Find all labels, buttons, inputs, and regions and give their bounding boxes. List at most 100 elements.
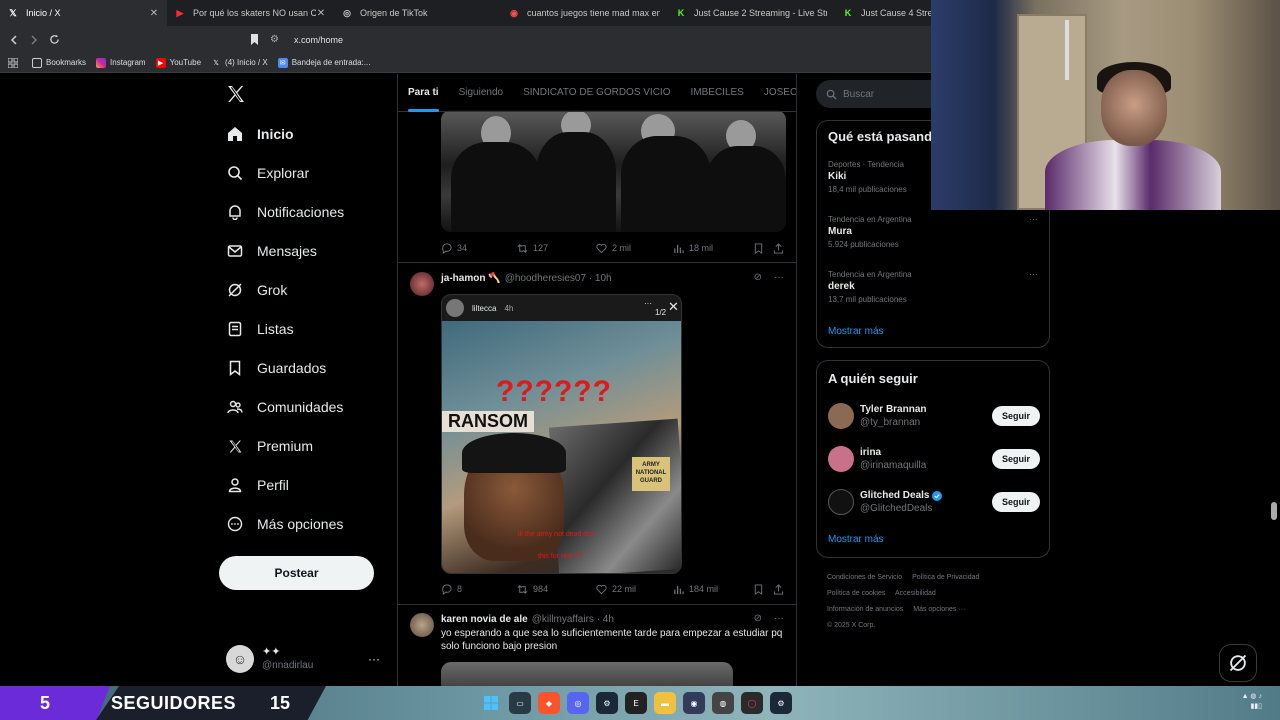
system-tray[interactable]: ▲ ◍ ♪ ▮▮▯ — [1242, 692, 1262, 712]
task-view-icon[interactable]: ▭ — [509, 692, 531, 714]
show-more-link[interactable]: Mostrar más — [828, 534, 884, 545]
bookmark-instagram[interactable]: Instagram — [96, 57, 146, 68]
image-text: ?????? — [496, 375, 612, 408]
steam-icon[interactable]: ⚙ — [770, 692, 792, 714]
tab-siguiendo[interactable]: Siguiendo — [449, 74, 513, 112]
grok-button[interactable] — [1219, 644, 1257, 682]
more-icon[interactable]: ··· — [1029, 214, 1038, 224]
trend-item[interactable]: Tendencia en Argentina derek 13,7 mil pu… — [828, 269, 1038, 306]
x-logo-icon[interactable] — [226, 84, 246, 104]
bookmark-bookmarks[interactable]: Bookmarks — [32, 57, 86, 68]
nav-grok[interactable]: Grok — [226, 278, 287, 302]
share-button[interactable] — [773, 583, 789, 595]
bookmark-button[interactable] — [753, 583, 769, 595]
tab-just-cause-2[interactable]: K Just Cause 2 Streaming - Live Streams — [668, 0, 835, 26]
bookmark-button[interactable] — [753, 242, 769, 254]
close-icon[interactable]: ✕ — [149, 8, 159, 19]
grok-icon[interactable]: ⊘ — [754, 272, 762, 283]
app-icon[interactable]: ◉ — [683, 692, 705, 714]
footer-link[interactable]: Política de cookies — [827, 590, 885, 597]
nav-guardados[interactable]: Guardados — [226, 356, 326, 380]
footer-link[interactable]: Condiciones de Servicio — [827, 574, 902, 581]
post-author-handle[interactable]: @killmyaffairs · 4h — [532, 614, 614, 625]
tab-list-josec[interactable]: JOSEC — [754, 74, 796, 112]
grok-icon[interactable]: ⊘ — [754, 613, 762, 624]
url-field[interactable]: ⚙ x.com/home — [270, 30, 930, 49]
post-author-name[interactable]: ja-hamon 🪓 — [441, 273, 501, 284]
tab-mad-max-search[interactable]: ◉ cuantos juegos tiene mad max en consol… — [501, 0, 668, 26]
post-author-handle[interactable]: @hoodheresies07 · 10h — [505, 273, 612, 284]
tab-youtube-video[interactable]: ▶ Por qué los skaters NO usan CASCO ✕ — [167, 0, 334, 26]
discord-icon[interactable]: ◎ — [567, 692, 589, 714]
windows-start-icon[interactable] — [480, 692, 502, 714]
reload-button[interactable] — [44, 30, 64, 50]
bookmark-x[interactable]: 𝕏 (4) Inicio / X — [211, 58, 268, 68]
bookmark-mail[interactable]: ✉ Bandeja de entrada:... — [277, 57, 370, 68]
like-button[interactable]: 2 mil — [596, 243, 631, 254]
scrollbar-thumb[interactable] — [1271, 502, 1277, 520]
epic-games-icon[interactable]: E — [625, 692, 647, 714]
post-image[interactable] — [441, 110, 786, 232]
forward-button[interactable] — [24, 30, 44, 50]
share-button[interactable] — [773, 242, 789, 254]
post-button[interactable]: Postear — [219, 556, 374, 590]
tab-list-sindicato[interactable]: SINDICATO DE GORDOS VICIO — [513, 74, 680, 112]
avatar[interactable] — [410, 272, 434, 296]
avatar[interactable] — [410, 613, 434, 637]
brave-icon[interactable]: ◆ — [538, 692, 560, 714]
footer-link[interactable]: Información de anuncios — [827, 606, 903, 613]
follow-button[interactable]: Seguir — [991, 492, 1040, 512]
grok-icon — [1229, 654, 1247, 672]
more-icon[interactable]: ··· — [774, 272, 784, 283]
bookmark-youtube[interactable]: ▶ YouTube — [155, 57, 201, 68]
reply-button[interactable]: 8 — [441, 583, 462, 595]
like-button[interactable]: 22 mil — [596, 584, 636, 595]
show-more-link[interactable]: Mostrar más — [828, 326, 884, 337]
nav-premium[interactable]: Premium — [226, 434, 313, 458]
bookmark-page-button[interactable] — [244, 30, 264, 50]
back-button[interactable] — [4, 30, 24, 50]
account-switcher[interactable]: ☺ ✦✦ @nnadirlau ··· — [226, 642, 386, 676]
suggested-user[interactable]: irina @irinamaquilla Seguir — [828, 444, 1040, 474]
file-explorer-icon[interactable]: ▬ — [654, 692, 676, 714]
trend-item[interactable]: Tendencia en Argentina Mura 5.924 public… — [828, 214, 1038, 251]
steam-icon[interactable]: ⚙ — [596, 692, 618, 714]
footer-link[interactable]: Accesibilidad — [895, 590, 936, 597]
apps-grid-icon[interactable] — [8, 57, 18, 68]
nav-comunidades[interactable]: Comunidades — [226, 395, 343, 419]
app-icon[interactable]: ◍ — [712, 692, 734, 714]
reply-button[interactable]: 34 — [441, 242, 467, 254]
nav-inicio[interactable]: Inicio — [226, 122, 294, 146]
post-author-name[interactable]: karen novia de ale — [441, 614, 528, 625]
more-icon[interactable]: ··· — [368, 652, 380, 666]
repost-button[interactable]: 127 — [517, 243, 548, 254]
footer-link[interactable]: Política de Privacidad — [912, 574, 979, 581]
more-icon[interactable]: ··· — [774, 613, 784, 624]
suggested-user[interactable]: Glitched Deals @GlitchedDeals Seguir — [828, 487, 1040, 517]
nav-listas[interactable]: Listas — [226, 317, 294, 341]
nav-mas-opciones[interactable]: Más opciones — [226, 512, 343, 536]
opera-gx-icon[interactable]: ◯ — [741, 692, 763, 714]
more-icon[interactable]: ··· — [1029, 269, 1038, 279]
repost-icon — [517, 243, 528, 253]
footer-link[interactable]: Más opciones ··· — [913, 606, 965, 613]
follow-button[interactable]: Seguir — [991, 406, 1040, 426]
post-image[interactable] — [441, 662, 733, 686]
nav-explorar[interactable]: Explorar — [226, 161, 309, 185]
suggested-user[interactable]: Tyler Brannan @ty_brannan Seguir — [828, 401, 1040, 431]
mail-icon: ✉ — [277, 57, 288, 68]
views-button[interactable]: 184 mil — [673, 584, 718, 595]
follow-button[interactable]: Seguir — [991, 449, 1040, 469]
tab-list-imbeciles[interactable]: IMBECILES — [681, 74, 754, 112]
tab-inicio-x[interactable]: 𝕏 Inicio / X ✕ — [0, 0, 167, 26]
tab-origen-tiktok[interactable]: ◎ Origen de TikTok — [334, 0, 501, 26]
repost-button[interactable]: 984 — [517, 584, 548, 595]
tab-para-ti[interactable]: Para ti — [398, 74, 449, 112]
nav-notificaciones[interactable]: Notificaciones — [226, 200, 344, 224]
post-image[interactable]: ?????? RANSOM ARMY NATIONAL GUARD ik the… — [441, 294, 682, 574]
nav-mensajes[interactable]: Mensajes — [226, 239, 317, 263]
nav-perfil[interactable]: Perfil — [226, 473, 289, 497]
close-icon[interactable]: ✕ — [316, 8, 326, 19]
site-settings-icon[interactable]: ⚙ — [270, 34, 284, 45]
views-button[interactable]: 18 mil — [673, 243, 713, 254]
